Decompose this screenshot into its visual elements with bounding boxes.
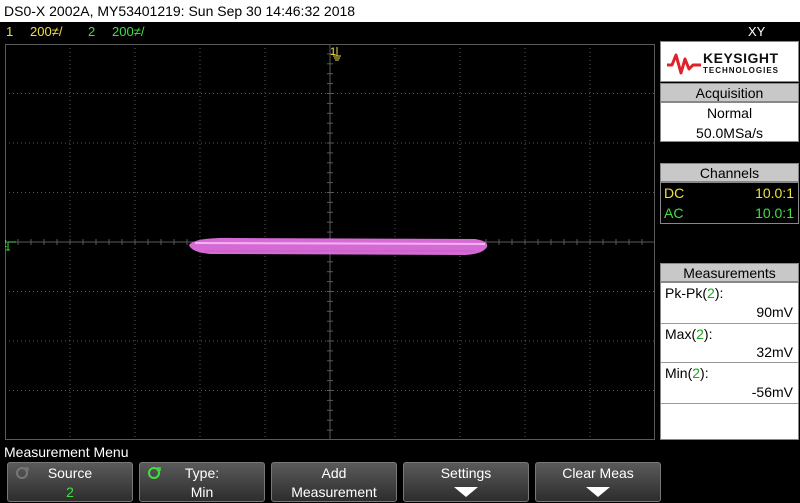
brand-name: KEYSIGHT: [703, 50, 779, 66]
softkey-label-line2: Measurement: [291, 484, 377, 500]
ch1-scale[interactable]: 200≠/: [30, 22, 62, 41]
ch1-ground-marker[interactable]: 1: [330, 46, 341, 61]
waveform-display[interactable]: 1 2: [5, 44, 655, 440]
ch1-coupling: DC: [664, 185, 685, 201]
sample-rate: 50.0MSa/s: [696, 125, 763, 141]
ch2-scale[interactable]: 200≠/: [112, 22, 144, 41]
measurements-header: Measurements: [660, 263, 799, 282]
measurement-value: 90mV: [756, 304, 793, 320]
keysight-wave-icon: [667, 53, 701, 75]
submenu-arrow-icon: [586, 487, 610, 497]
measurement-value: 32mV: [756, 344, 793, 360]
xy-trace: [189, 237, 488, 255]
ch1-probe: 10.0:1: [755, 185, 794, 201]
ch2-ground-marker[interactable]: 2: [5, 238, 16, 251]
softkey-label: Clear Meas: [562, 465, 634, 481]
svg-text:2: 2: [5, 238, 7, 250]
window-title: DS0-X 2002A, MY53401219: Sun Sep 30 14:4…: [4, 3, 356, 19]
softkey-clear-meas[interactable]: Clear Meas: [535, 462, 661, 502]
measurement-name: Max: [665, 326, 692, 342]
softkey-label: Type:: [184, 465, 220, 481]
channels-header: Channels: [660, 163, 799, 182]
channel-row-2: AC 10.0:1: [661, 203, 798, 223]
measurement-channel: 2: [707, 285, 715, 301]
softkey-type[interactable]: Type: Min: [139, 462, 265, 502]
measurement-name: Min: [665, 365, 688, 381]
softkey-source[interactable]: Source 2: [7, 462, 133, 502]
submenu-arrow-icon: [454, 487, 478, 497]
measurement-name: Pk-Pk: [665, 285, 703, 301]
channels-info[interactable]: DC 10.0:1 AC 10.0:1: [660, 182, 799, 224]
softkey-value: 2: [66, 484, 74, 500]
menu-title: Measurement Menu: [4, 444, 129, 460]
softkey-label: Settings: [440, 465, 492, 481]
softkey-value: Min: [190, 484, 214, 500]
softkey-settings[interactable]: Settings: [403, 462, 529, 502]
measurement-channel: 2: [692, 365, 701, 381]
side-panel: KEYSIGHT TECHNOLOGIES Acquisition Normal…: [659, 41, 800, 441]
acquisition-header: Acquisition: [660, 83, 799, 102]
channel-status-bar: 1 200≠/ 2 200≠/ XY: [0, 22, 800, 41]
ch2-coupling: AC: [664, 205, 684, 221]
measurement-channel: 2: [696, 326, 704, 342]
acquisition-mode: Normal: [706, 105, 753, 121]
softkey-label: Source: [47, 465, 93, 481]
timebase-mode[interactable]: XY: [748, 22, 765, 41]
ch2-number[interactable]: 2: [88, 22, 95, 41]
measurement-max: Max(2): 32mV: [661, 324, 798, 363]
measurement-value: -56mV: [751, 384, 793, 400]
keysight-logo: KEYSIGHT TECHNOLOGIES: [660, 41, 799, 82]
measurements-list[interactable]: Pk-Pk(2): 90mV Max(2): 32mV Min(2): -56m…: [660, 282, 799, 440]
measurement-pkpk: Pk-Pk(2): 90mV: [661, 283, 798, 324]
brand-subtitle: TECHNOLOGIES: [703, 66, 780, 75]
softkey-add-measurement[interactable]: Add Measurement: [271, 462, 397, 502]
ch2-probe: 10.0:1: [755, 205, 794, 221]
ch1-number[interactable]: 1: [6, 22, 13, 41]
channel-row-1: DC 10.0:1: [661, 183, 798, 203]
window-title-bar: DS0-X 2002A, MY53401219: Sun Sep 30 14:4…: [0, 0, 800, 22]
acquisition-info[interactable]: Normal 50.0MSa/s: [660, 102, 799, 142]
softkey-label: Add: [321, 465, 347, 481]
measurement-min: Min(2): -56mV: [661, 363, 798, 404]
